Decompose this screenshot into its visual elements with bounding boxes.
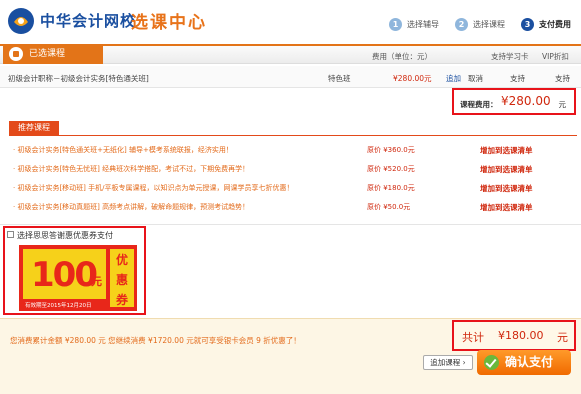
add-to-list-button[interactable]: 增加到选课清单 (480, 164, 533, 175)
course-fee-box: 课程费用： ¥280.00 元 (452, 88, 576, 115)
total-label: 共计 (462, 331, 484, 344)
vip-support: 支持 (555, 74, 570, 83)
header: 中华会计网校 选课中心 1 选择辅导 2 选择课程 3 支付费用 (0, 0, 581, 44)
recommend-price: 原价 ¥180.0元 (367, 184, 415, 192)
course-type: 特色班 (328, 74, 351, 83)
cart-icon (9, 47, 23, 61)
confirm-label: 确认支付 (505, 355, 554, 369)
confirm-payment-button[interactable]: 确认支付 (477, 350, 571, 375)
tab-selected-courses: 已选课程 (3, 44, 103, 64)
recommend-title[interactable]: · 初级会计实务[移动班] 手机/平板专属课程，以知识点为单元授课，网课学员享七… (13, 183, 294, 193)
step-number: 3 (521, 18, 534, 31)
coupon-tag: 优 惠 券 (110, 249, 134, 307)
step-1: 1 选择辅导 (389, 18, 439, 31)
total-unit: 元 (557, 331, 568, 344)
add-to-list-button[interactable]: 增加到选课清单 (480, 183, 533, 194)
check-icon (484, 355, 499, 370)
divider (0, 224, 581, 225)
recommend-price: 原价 ¥50.0元 (367, 203, 411, 211)
add-to-list-button[interactable]: 增加到选课清单 (480, 145, 533, 156)
recommend-item: · 初级会计实务[特色通关班+无纸化] 辅导+模考系统联报，经济实用！ 原价 ¥… (13, 142, 573, 158)
recommend-item: · 初级会计实务[特色无忧班] 经典班次科学搭配，考试不过，下期免费再学！ 原价… (13, 161, 573, 177)
coupon-tag-char: 优 (115, 253, 128, 267)
step-label: 选择辅导 (407, 20, 439, 29)
coupon-label: 选择思思答谢惠优惠券支付 (17, 231, 113, 240)
fee-unit: 元 (558, 100, 567, 109)
column-header-vip: VIP折扣 (542, 52, 569, 61)
step-label: 支付费用 (539, 20, 571, 29)
course-row: 初级会计职称－初级会计实务[特色通关班] 特色班 ¥280.00元 追加 取消 … (0, 66, 581, 88)
total-value: ¥180.00 (498, 329, 544, 342)
recommend-title[interactable]: · 初级会计实务[特色无忧班] 经典班次科学搭配，考试不过，下期免费再学！ (13, 164, 249, 174)
coupon-amount: 100 (31, 255, 98, 295)
step-3: 3 支付费用 (521, 18, 571, 31)
selected-courses-bar: 已选课程 费用（单位：元） 支持学习卡 VIP折扣 (0, 44, 581, 64)
coupon-amount-panel: 100 元 (23, 249, 106, 299)
step-label: 选择课程 (473, 20, 505, 29)
divider (9, 135, 577, 136)
coupon-checkbox[interactable] (7, 231, 14, 238)
step-number: 2 (455, 18, 468, 31)
coupon-currency: 元 (91, 275, 102, 288)
coupon-section: 选择思思答谢惠优惠券支付 100 元 优 惠 券 有效期至2015年12月20日 (3, 226, 146, 315)
recommend-price: 原价 ¥360.0元 (367, 146, 415, 154)
add-link[interactable]: 追加 (446, 73, 461, 84)
coupon-tag-char: 券 (115, 293, 128, 307)
step-indicator: 1 选择辅导 2 选择课程 3 支付费用 (373, 18, 571, 31)
course-price: ¥280.00元 (393, 74, 432, 83)
tab-label: 已选课程 (29, 49, 66, 59)
card-support: 支持 (510, 74, 525, 83)
coupon-validity: 有效期至2015年12月20日 (25, 303, 92, 309)
fee-label: 课程费用： (460, 100, 498, 109)
page-title: 选课中心 (131, 13, 207, 33)
recommend-item: · 初级会计实务[移动班] 手机/平板专属课程，以知识点为单元授课，网课学员享七… (13, 180, 573, 196)
recommend-item: · 初级会计实务[移动真题班] 高频考点讲解，破解命题规律，预测考试趋势！ 原价… (13, 199, 573, 215)
logo-text: 中华会计网校 (40, 12, 137, 30)
coupon-card[interactable]: 100 元 优 惠 券 有效期至2015年12月20日 (19, 245, 137, 311)
total-box: 共计 ¥180.00 元 (452, 320, 576, 351)
recommend-title[interactable]: · 初级会计实务[特色通关班+无纸化] 辅导+模考系统联报，经济实用！ (13, 145, 233, 155)
recommend-title[interactable]: · 初级会计实务[移动真题班] 高频考点讲解，破解命题规律，预测考试趋势！ (13, 202, 249, 212)
logo-icon (8, 8, 34, 34)
column-header-card: 支持学习卡 (491, 52, 529, 61)
recommend-heading: 推荐课程 (9, 121, 59, 135)
column-header-fee: 费用（单位：元） (372, 52, 432, 61)
course-name: 初级会计职称－初级会计实务[特色通关班] (8, 74, 149, 83)
cancel-link[interactable]: 取消 (468, 73, 483, 84)
add-to-list-button[interactable]: 增加到选课清单 (480, 202, 533, 213)
coupon-tag-char: 惠 (115, 273, 128, 287)
add-course-button[interactable]: 追加课程 › (423, 355, 473, 370)
recommend-price: 原价 ¥520.0元 (367, 165, 415, 173)
consume-note: 您消费累计金额 ¥280.00 元 您继续消费 ¥1720.00 元就可享受银卡… (10, 336, 301, 345)
step-number: 1 (389, 18, 402, 31)
step-2: 2 选择课程 (455, 18, 505, 31)
fee-value: ¥280.00 (501, 94, 551, 108)
